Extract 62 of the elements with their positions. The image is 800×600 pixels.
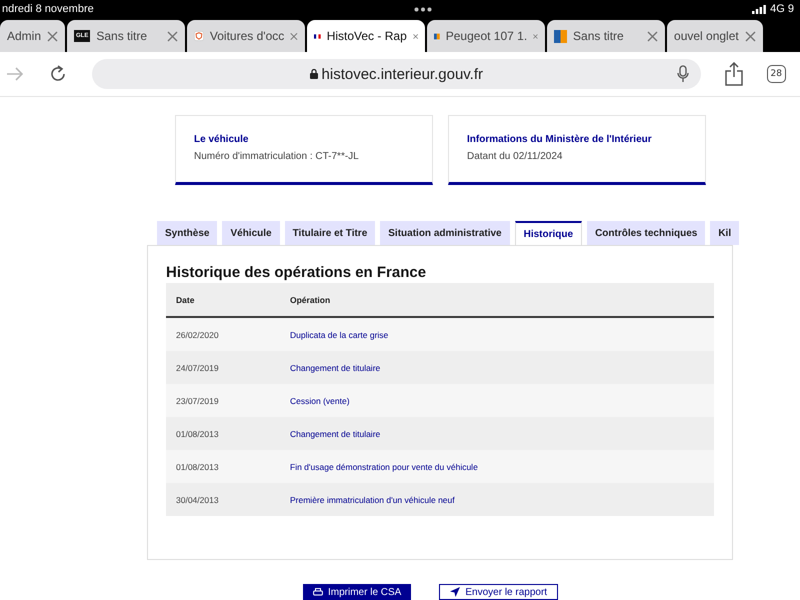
print-button[interactable]: Imprimer le CSA xyxy=(303,584,412,600)
tab-title: HistoVec - Rap xyxy=(326,29,407,43)
network-label: 4G 9 xyxy=(770,3,794,15)
tab[interactable]: Kil xyxy=(710,221,740,245)
section-title: Historique des opérations en France xyxy=(166,264,428,281)
flag-icon xyxy=(314,32,321,40)
tab[interactable]: Titulaire et Titre xyxy=(284,221,376,245)
card-text: Numéro d'immatriculation : CT-7**-JL xyxy=(194,151,360,162)
send-button[interactable]: Envoyer le rapport xyxy=(439,584,558,600)
browser-tab[interactable]: HistoVec - Rap xyxy=(307,20,426,52)
date-cell: 26/02/2020 xyxy=(166,317,290,351)
card-title: Le véhicule xyxy=(194,134,250,145)
browser-tab[interactable]: Admin xyxy=(0,20,66,52)
tab[interactable]: Situation administrative xyxy=(380,221,510,245)
browser-tab[interactable]: Voitures d'occ xyxy=(187,20,306,52)
close-icon[interactable] xyxy=(647,30,658,42)
tab[interactable]: Véhicule xyxy=(222,221,280,245)
tab[interactable]: Contrôles techniques xyxy=(587,221,706,245)
close-icon[interactable] xyxy=(47,30,58,42)
tab-title: Voitures d'occ xyxy=(210,29,284,43)
date-cell: 23/07/2019 xyxy=(166,384,290,417)
operation-cell: Première immatriculation d'un véhicule neuf xyxy=(290,483,714,516)
browser-tab[interactable]: Sans titre xyxy=(547,20,666,52)
tab[interactable]: Synthèse xyxy=(157,221,218,245)
tab-title: Peugeot 107 1. xyxy=(446,29,528,43)
microphone-icon[interactable] xyxy=(676,65,689,83)
more-icon[interactable] xyxy=(414,6,432,12)
tab-title: Admin xyxy=(7,29,42,43)
close-icon[interactable] xyxy=(744,30,756,42)
close-icon[interactable] xyxy=(167,30,178,42)
date-cell: 30/04/2013 xyxy=(166,483,290,516)
tile-icon xyxy=(554,30,568,42)
date-cell: 01/08/2013 xyxy=(166,450,290,483)
signal-icon xyxy=(752,4,766,14)
operation-cell: Changement de titulaire xyxy=(290,417,714,450)
status-date: ndredi 8 novembre xyxy=(2,3,94,15)
shield-icon xyxy=(194,29,204,43)
browser-tab[interactable]: ouvel onglet xyxy=(667,20,763,52)
tab-title: Sans titre xyxy=(96,29,148,43)
operation-cell: Cession (vente) xyxy=(290,384,714,417)
browser-tab[interactable]: Peugeot 107 1. xyxy=(427,20,546,52)
tab-title: ouvel onglet xyxy=(674,29,739,43)
lock-icon xyxy=(310,69,318,79)
close-icon[interactable] xyxy=(290,30,298,42)
operation-cell: Changement de titulaire xyxy=(290,351,714,384)
card-title: Informations du Ministère de l'Intérieur xyxy=(467,134,653,145)
operation-cell: Fin d'usage démonstration pour vente du véhicule xyxy=(290,450,714,483)
send-icon xyxy=(450,587,460,597)
printer-icon xyxy=(313,588,323,596)
column-header: Date xyxy=(166,283,290,317)
forward-arrow-icon[interactable] xyxy=(6,67,24,81)
tab-count-button[interactable]: 28 xyxy=(766,65,786,83)
column-header: Opération xyxy=(290,283,714,317)
card-text: Datant du 02/11/2024 xyxy=(467,151,564,162)
tab[interactable]: Historique xyxy=(514,221,582,245)
address-field[interactable]: histovec.interieur.gouv.fr xyxy=(92,59,701,89)
date-cell: 24/07/2019 xyxy=(166,351,290,384)
tab-title: Sans titre xyxy=(573,29,625,43)
date-cell: 01/08/2013 xyxy=(166,417,290,450)
operation-cell: Duplicata de la carte grise xyxy=(290,317,714,351)
share-icon[interactable] xyxy=(724,62,743,86)
reload-icon[interactable] xyxy=(48,64,68,84)
